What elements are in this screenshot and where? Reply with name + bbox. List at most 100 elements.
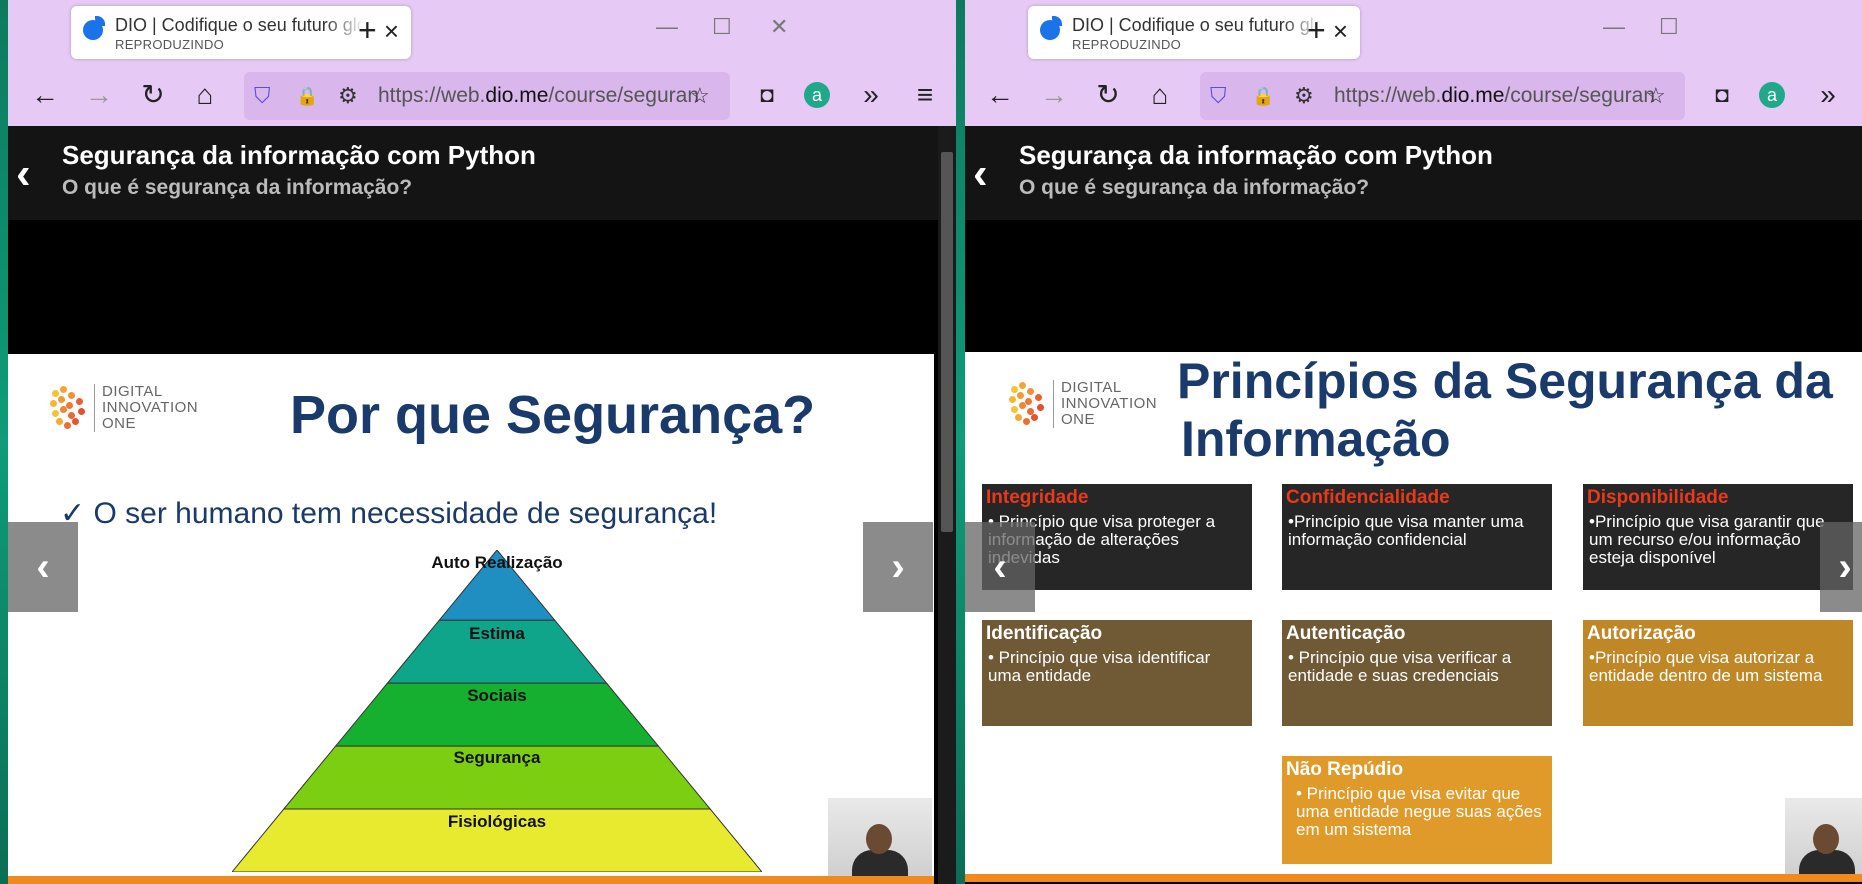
tracking-shield-icon[interactable]: ⛉ — [1210, 82, 1227, 110]
dio-logo-icon — [48, 384, 92, 432]
address-bar[interactable]: ⛉ 🔒 ⚙ https://web.dio.me/course/seguranc… — [244, 72, 730, 120]
browser-window-left: DIO | Codifique o seu futuro global REPR… — [8, 0, 956, 884]
bullet-text: O ser humano tem necessidade de seguranç… — [93, 497, 718, 530]
logo-line-2: INNOVATION — [1061, 395, 1158, 412]
overflow-menu-icon[interactable]: » — [1811, 78, 1845, 112]
forward-button[interactable]: → — [82, 78, 116, 112]
navigation-toolbar: ← → ↻ ⌂ ⛉ 🔒 ⚙ https://web.dio.me/course/… — [965, 64, 1862, 126]
slide-prev-button[interactable]: ‹ — [8, 522, 78, 612]
principle-nao-repudio: Não Repúdio • Princípio que visa evitar … — [1282, 756, 1552, 864]
slide-title: Por que Segurança? — [290, 385, 816, 445]
course-header: ‹ Segurança da informação com Python O q… — [8, 126, 956, 220]
lesson-title: O que é segurança da informação? — [62, 176, 413, 199]
maximize-button[interactable]: ☐ — [712, 16, 732, 38]
presenter-webcam — [1785, 798, 1862, 880]
course-title: Segurança da informação com Python — [1019, 140, 1493, 170]
dio-favicon-icon — [1040, 16, 1062, 40]
page-content: ‹ Segurança da informação com Python O q… — [965, 126, 1862, 884]
slide-prev-button[interactable]: ‹ — [965, 522, 1035, 612]
bookmark-star-icon[interactable]: ☆ — [1646, 82, 1666, 110]
principle-text: •Princípio que visa autorizar a entidade… — [1589, 648, 1823, 685]
principle-title: Autenticação — [1286, 623, 1406, 644]
maximize-button[interactable]: ☐ — [1659, 16, 1679, 38]
principle-identificacao: Identificação • Princípio que visa ident… — [982, 620, 1252, 726]
extension-icon[interactable]: a — [804, 82, 830, 108]
presenter-webcam — [828, 798, 932, 880]
url-text[interactable]: https://web.dio.me/course/seguranca-da-i… — [1334, 84, 1654, 108]
permissions-icon[interactable]: ⚙ — [338, 82, 358, 110]
lock-icon[interactable]: 🔒 — [1252, 82, 1274, 110]
minimize-button[interactable]: — — [1603, 16, 1625, 38]
hamburger-menu-icon[interactable]: ≡ — [908, 78, 942, 112]
page-content: ‹ Segurança da informação com Python O q… — [8, 126, 956, 884]
pyramid-level-safety: Segurança — [453, 748, 541, 767]
new-tab-button[interactable]: + — [1307, 14, 1326, 46]
pyramid-level-self-actualization: Auto Realização — [431, 553, 563, 572]
principle-title: Não Repúdio — [1286, 759, 1404, 780]
logo-line-3: ONE — [1061, 411, 1096, 428]
tab-title: DIO | Codifique o seu futuro global — [115, 15, 365, 36]
pocket-icon[interactable]: ◘ — [1705, 78, 1739, 112]
lesson-title: O que é segurança da informação? — [1019, 176, 1370, 199]
page-scrollbar[interactable] — [938, 126, 956, 884]
tab-playing-status: REPRODUZINDO — [115, 37, 225, 52]
course-back-icon[interactable]: ‹ — [16, 152, 31, 196]
home-button[interactable]: ⌂ — [188, 78, 222, 112]
pyramid-level-physiological: Fisiológicas — [447, 812, 547, 831]
tab-bar: DIO | Codifique o seu futuro global REPR… — [8, 0, 956, 64]
principle-text: •Princípio que visa manter uma informaçã… — [1288, 512, 1524, 549]
principle-text: • Princípio que visa verificar a entidad… — [1288, 648, 1512, 685]
scrollbar-thumb[interactable] — [941, 152, 953, 532]
dio-favicon-icon — [83, 16, 105, 40]
video-slide-left[interactable]: DIGITAL INNOVATION ONE Por que Segurança… — [8, 354, 934, 884]
address-bar[interactable]: ⛉ 🔒 ⚙ https://web.dio.me/course/seguranc… — [1200, 72, 1685, 120]
pocket-icon[interactable]: ◘ — [750, 78, 784, 112]
principle-confidencialidade: Confidencialidade •Princípio que visa ma… — [1282, 484, 1552, 590]
slide-title-line-2: Informação — [1181, 411, 1451, 467]
slide-bullet: ✓ O ser humano tem necessidade de segura… — [60, 496, 717, 531]
minimize-button[interactable]: — — [656, 16, 678, 38]
tab-close-icon[interactable]: × — [1333, 18, 1348, 44]
slide-next-button[interactable]: › — [863, 522, 933, 612]
navigation-toolbar: ← → ↻ ⌂ ⛉ 🔒 ⚙ https://web.dio.me/course/… — [8, 64, 956, 126]
logo-line-1: DIGITAL — [102, 383, 163, 400]
browser-window-right: DIO | Codifique o seu futuro global REPR… — [965, 0, 1862, 884]
principle-text: •Princípio que visa garantir que um recu… — [1589, 512, 1825, 567]
reload-button[interactable]: ↻ — [1091, 78, 1125, 112]
course-back-icon[interactable]: ‹ — [973, 152, 988, 196]
dio-logo: DIGITAL INNOVATION ONE — [48, 384, 208, 444]
principle-title: Confidencialidade — [1286, 487, 1450, 508]
principle-title: Disponibilidade — [1587, 487, 1729, 508]
slide-next-button[interactable]: › — [1820, 522, 1862, 612]
course-title: Segurança da informação com Python — [62, 140, 536, 170]
forward-button[interactable]: → — [1037, 78, 1071, 112]
extension-icon[interactable]: a — [1759, 82, 1785, 108]
pyramid-level-social: Sociais — [467, 686, 527, 705]
back-button[interactable]: ← — [28, 78, 62, 112]
url-text[interactable]: https://web.dio.me/course/seguranca-da-i… — [378, 84, 698, 108]
dio-logo-icon — [1007, 380, 1051, 428]
lock-icon[interactable]: 🔒 — [296, 82, 318, 110]
tracking-shield-icon[interactable]: ⛉ — [254, 82, 271, 110]
slide-title: Princípios da Segurança da Informação — [1177, 352, 1833, 468]
logo-line-2: INNOVATION — [102, 399, 199, 416]
home-button[interactable]: ⌂ — [1143, 78, 1177, 112]
principle-title: Integridade — [986, 487, 1089, 508]
tab-close-icon[interactable]: × — [384, 18, 399, 44]
tab-bar: DIO | Codifique o seu futuro global REPR… — [965, 0, 1862, 64]
principle-text: • Princípio que visa evitar que uma enti… — [1296, 784, 1542, 839]
desktop: DIO | Codifique o seu futuro global REPR… — [0, 0, 1862, 884]
maslow-pyramid: Auto Realização Estima Sociais Segurança… — [230, 549, 764, 873]
principle-disponibilidade: Disponibilidade •Princípio que visa gara… — [1583, 484, 1853, 590]
video-slide-right[interactable]: DIGITAL INNOVATION ONE Princípios da Seg… — [965, 352, 1862, 882]
principle-title: Identificação — [986, 623, 1103, 644]
new-tab-button[interactable]: + — [358, 14, 377, 46]
bookmark-star-icon[interactable]: ☆ — [690, 82, 710, 110]
overflow-menu-icon[interactable]: » — [854, 78, 888, 112]
slide-title-line-1: Princípios da Segurança da — [1177, 353, 1833, 409]
principle-autenticacao: Autenticação • Princípio que visa verifi… — [1282, 620, 1552, 726]
close-window-button[interactable]: ✕ — [770, 16, 788, 38]
permissions-icon[interactable]: ⚙ — [1294, 82, 1314, 110]
back-button[interactable]: ← — [983, 78, 1017, 112]
reload-button[interactable]: ↻ — [136, 78, 170, 112]
